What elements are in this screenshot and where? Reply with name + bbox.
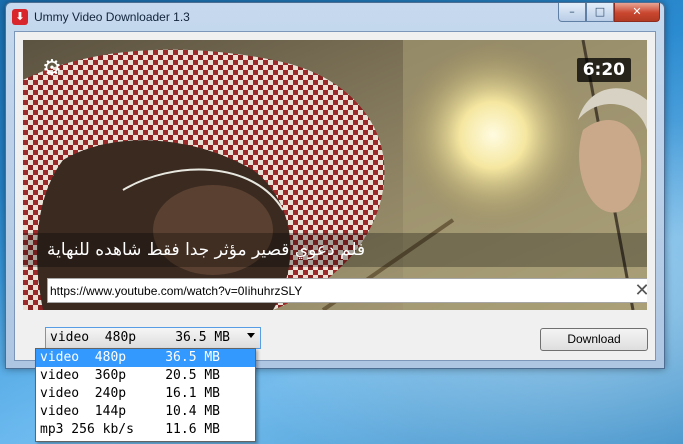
window-controls: – □ ✕ — [558, 3, 660, 23]
video-title: فلم دعوي قصير مؤثر جدا فقط شاهده للنهاية — [23, 233, 647, 267]
format-option[interactable]: video 240p 16.1 MB — [36, 385, 255, 403]
format-option[interactable]: video 360p 20.5 MB — [36, 367, 255, 385]
format-options-list: video 480p 36.5 MB video 360p 20.5 MB vi… — [35, 348, 256, 442]
download-button[interactable]: Download — [540, 328, 648, 351]
url-field[interactable]: ✕ — [47, 278, 647, 303]
minimize-button[interactable]: – — [558, 3, 586, 22]
maximize-button[interactable]: □ — [586, 3, 614, 22]
format-dropdown[interactable]: video 480p 36.5 MB — [45, 327, 261, 349]
app-window: ⬇ Ummy Video Downloader 1.3 – □ ✕ ⚙ 6:20… — [5, 2, 665, 369]
gear-icon[interactable]: ⚙ — [40, 57, 64, 81]
format-option[interactable]: mp3 256 kb/s 11.6 MB — [36, 421, 255, 439]
url-input[interactable] — [50, 281, 620, 300]
video-title-text: فلم دعوي قصير مؤثر جدا فقط شاهده للنهاية — [47, 240, 366, 260]
close-button[interactable]: ✕ — [614, 3, 660, 22]
format-option[interactable]: video 144p 10.4 MB — [36, 403, 255, 421]
format-option[interactable]: video 480p 36.5 MB — [36, 349, 255, 367]
window-title: Ummy Video Downloader 1.3 — [34, 10, 190, 24]
video-duration: 6:20 — [576, 58, 631, 82]
chevron-down-icon[interactable] — [247, 333, 255, 338]
video-preview: ⚙ 6:20 فلم دعوي قصير مؤثر جدا فقط شاهده … — [23, 40, 647, 310]
video-thumbnail-image — [23, 40, 647, 310]
format-selected-value: video 480p 36.5 MB — [50, 330, 231, 345]
clear-url-icon[interactable]: ✕ — [632, 280, 647, 301]
download-app-icon: ⬇ — [12, 9, 28, 25]
client-area: ⚙ 6:20 فلم دعوي قصير مؤثر جدا فقط شاهده … — [14, 31, 656, 361]
title-bar[interactable]: ⬇ Ummy Video Downloader 1.3 – □ ✕ — [6, 3, 664, 31]
